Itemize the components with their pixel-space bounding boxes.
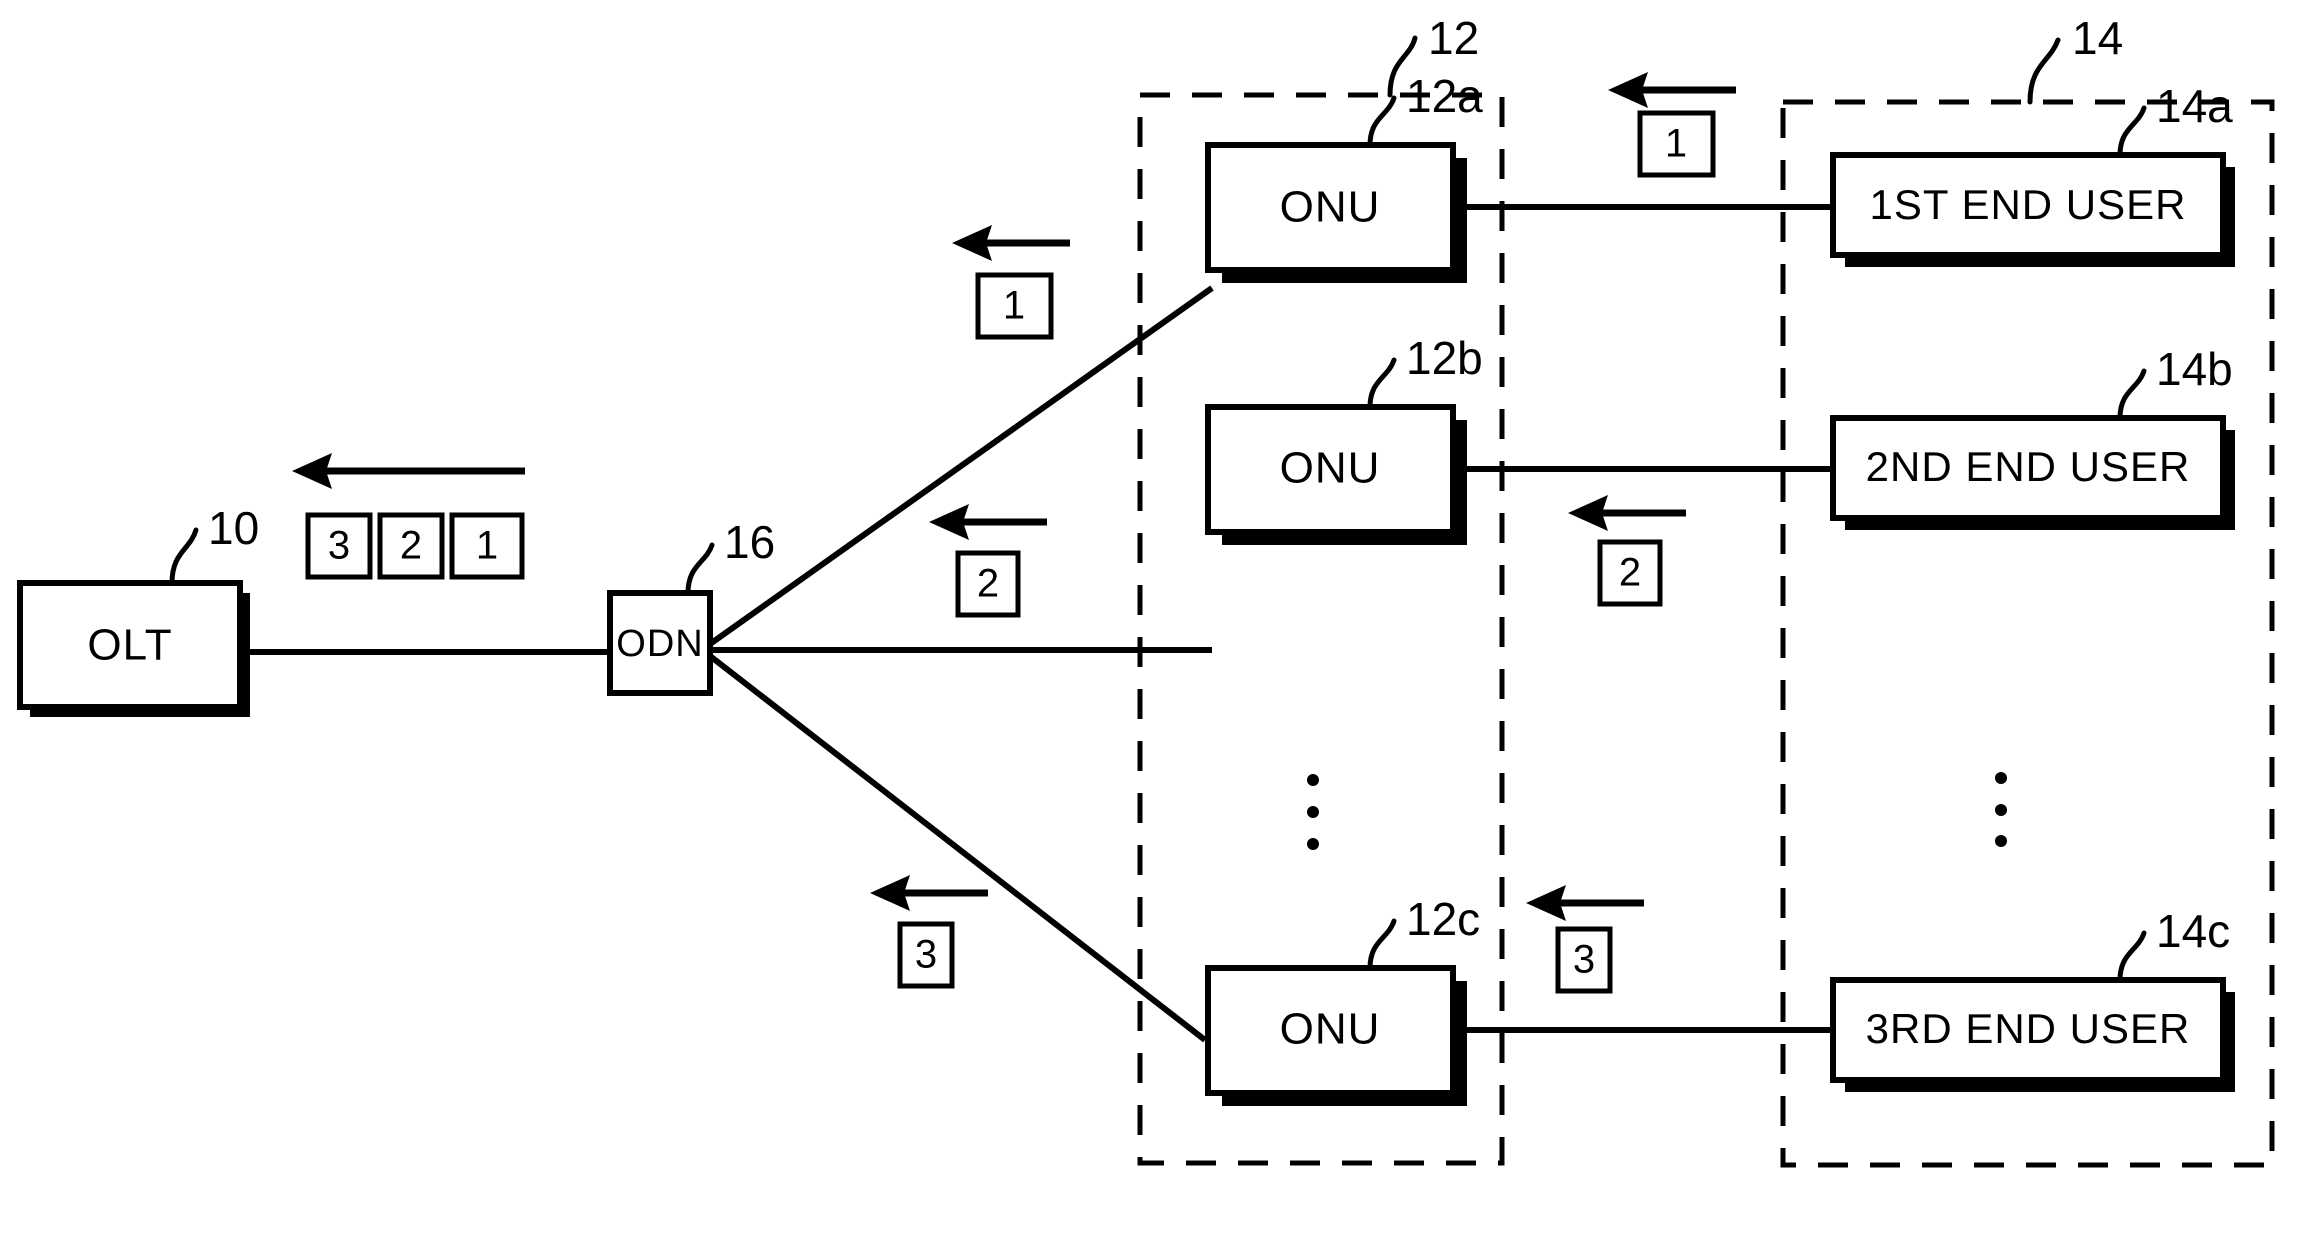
trunk-flow-arrow — [292, 453, 525, 489]
trunk-packet-3-label: 3 — [328, 524, 350, 568]
link-odn-onu-c — [708, 653, 1207, 1043]
user-c-ref: 14c — [2156, 905, 2230, 957]
branch-a-flow-arrow — [952, 225, 1070, 261]
onu-b-leader — [1367, 357, 1397, 410]
user-column-ellipsis — [1995, 772, 2007, 847]
odn-leader — [685, 542, 715, 596]
drop-a-flow-arrow — [1608, 72, 1736, 108]
drop-b-packet-label: 2 — [1619, 551, 1641, 595]
onu-c-ref: 12c — [1406, 893, 1480, 945]
user-c-leader — [2117, 930, 2147, 983]
user-group-leader — [2027, 37, 2061, 105]
drop-c-packet-label: 3 — [1573, 938, 1595, 982]
onu-a-leader — [1367, 95, 1397, 148]
branch-b-packet-label: 2 — [977, 562, 999, 606]
user-group-ref: 14 — [2072, 12, 2123, 64]
olt-leader — [169, 527, 199, 586]
onu-group-ref: 12 — [1428, 12, 1479, 64]
onu-c-label: ONU — [1280, 1005, 1381, 1054]
odn-ref: 16 — [724, 516, 775, 568]
branch-c-flow-arrow — [870, 875, 988, 911]
user-b-leader — [2117, 368, 2147, 421]
branch-c-packet-label: 3 — [915, 933, 937, 977]
onu-b-ref: 12b — [1406, 332, 1483, 384]
onu-c-leader — [1367, 918, 1397, 971]
drop-a-packet-label: 1 — [1665, 122, 1687, 166]
branch-a-packet-label: 1 — [1003, 284, 1025, 328]
trunk-packet-2-label: 2 — [400, 524, 422, 568]
user-b-ref: 14b — [2156, 343, 2233, 395]
onu-a-ref: 12a — [1406, 70, 1483, 122]
diagram-canvas: 12 14 OLT 10 ODN 16 3 2 1 1 2 3 ONU 12a … — [17, 12, 2275, 1168]
user-a-leader — [2117, 105, 2147, 158]
odn-label: ODN — [616, 623, 703, 665]
user-a-label: 1ST END USER — [1870, 181, 2187, 228]
user-a-ref: 14a — [2156, 80, 2233, 132]
onu-a-label: ONU — [1280, 183, 1381, 232]
olt-ref: 10 — [208, 502, 259, 554]
olt-label: OLT — [87, 621, 172, 670]
onu-b-label: ONU — [1280, 444, 1381, 493]
drop-b-flow-arrow — [1568, 495, 1686, 531]
patent-figure: 12 14 OLT 10 ODN 16 3 2 1 1 2 3 ONU 12a … — [0, 0, 2313, 1237]
drop-c-flow-arrow — [1526, 885, 1644, 921]
user-c-label: 3RD END USER — [1866, 1005, 2191, 1052]
branch-b-flow-arrow — [929, 504, 1047, 540]
onu-column-ellipsis — [1307, 774, 1319, 850]
user-b-label: 2ND END USER — [1866, 443, 2191, 490]
trunk-packet-1-label: 1 — [476, 524, 498, 568]
